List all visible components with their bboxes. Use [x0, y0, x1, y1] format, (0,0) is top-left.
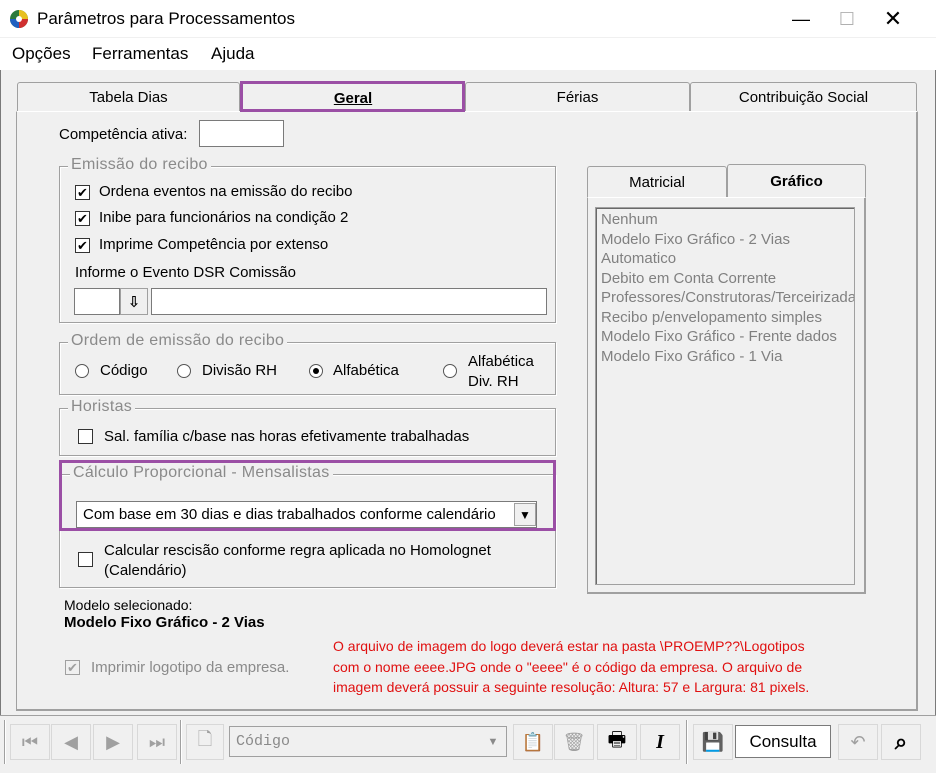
tab-highlight-box	[240, 81, 465, 112]
imprime-competencia-checkbox[interactable]: ✔	[75, 238, 90, 253]
logo-note-line3: imagem deverá possuir a seguinte resoluç…	[333, 679, 810, 695]
competencia-label: Competência ativa:	[59, 126, 188, 143]
radio-alfabetica-div-rh[interactable]	[443, 364, 457, 378]
list-item[interactable]: Modelo Fixo Gráfico - 1 Via	[601, 348, 782, 365]
dsr-code-input[interactable]	[74, 288, 120, 315]
radio-alfabetica-div-rh-label-line2: Div. RH	[468, 373, 519, 390]
imprimir-logotipo-label: Imprimir logotipo da empresa.	[91, 659, 290, 676]
radio-alfabetica[interactable]	[309, 364, 323, 378]
menu-ferramentas[interactable]: Ferramentas	[92, 44, 188, 64]
next-record-icon[interactable]: ▶	[93, 724, 133, 760]
undo-icon[interactable]: ↶	[838, 724, 878, 760]
dsr-lookup-button[interactable]: ⇩	[120, 288, 148, 315]
horistas-title: Horistas	[68, 398, 136, 416]
first-record-icon[interactable]: ⏮	[10, 724, 50, 760]
mode-indicator: Consulta	[735, 725, 831, 758]
radio-divisao-rh-label: Divisão RH	[202, 362, 278, 379]
print-icon[interactable]: 🖶	[597, 724, 637, 760]
save-icon[interactable]: 💾	[693, 724, 733, 760]
maximize-button[interactable]: ☐	[824, 0, 870, 38]
tab-grafico[interactable]: Gráfico	[727, 164, 866, 198]
menu-ajuda[interactable]: Ajuda	[211, 44, 254, 64]
list-item[interactable]: Professores/Construtoras/Terceirizadas	[601, 289, 854, 306]
ordena-eventos-checkbox[interactable]: ✔	[75, 185, 90, 200]
menu-bar: Opções Ferramentas Ajuda	[0, 38, 936, 70]
dsr-description-input[interactable]	[151, 288, 547, 315]
sal-familia-label: Sal. família c/base nas horas efetivamen…	[104, 428, 470, 445]
menu-opcoes[interactable]: Opções	[12, 44, 71, 64]
radio-selected-dot	[313, 368, 319, 374]
binoculars-icon[interactable]: ⌕	[881, 724, 921, 760]
radio-divisao-rh[interactable]	[177, 364, 191, 378]
tab-matricial[interactable]: Matricial	[587, 166, 727, 198]
competencia-input[interactable]	[199, 120, 284, 147]
modelo-selecionado-value: Modelo Fixo Gráfico - 2 Vias	[64, 614, 265, 631]
list-item[interactable]: Modelo Fixo Gráfico - Frente dados	[601, 328, 837, 345]
list-item[interactable]: Recibo p/envelopamento simples	[601, 309, 822, 326]
logo-note-line2: com o nome eeee.JPG onde o "eeee" é o có…	[333, 658, 803, 675]
minimize-button[interactable]: —	[778, 0, 824, 38]
calcular-rescisao-label-line1: Calcular rescisão conforme regra aplicad…	[104, 542, 491, 559]
close-button[interactable]: ✕	[870, 0, 916, 38]
toolbar-separator	[4, 720, 6, 764]
tab-ferias[interactable]: Férias	[465, 82, 690, 112]
calcular-rescisao-label-line2: (Calendário)	[104, 562, 187, 579]
toolbar-separator	[180, 720, 182, 764]
calculo-highlight-box	[59, 460, 556, 531]
model-listbox[interactable]: Nenhum Modelo Fixo Gráfico - 2 Vias Auto…	[595, 207, 855, 585]
logo-note-line1: O arquivo de imagem do logo deverá estar…	[333, 638, 805, 654]
list-item[interactable]: Nenhum	[601, 211, 658, 228]
list-item[interactable]: Automatico	[601, 250, 676, 267]
last-record-icon[interactable]: ⏭	[137, 724, 177, 760]
app-icon	[10, 10, 28, 28]
inibe-funcionarios-label: Inibe para funcionários na condição 2	[99, 209, 349, 226]
radio-codigo[interactable]	[75, 364, 89, 378]
toolbar-separator	[686, 720, 688, 764]
tab-tabela-dias[interactable]: Tabela Dias	[17, 82, 240, 112]
radio-alfabetica-label: Alfabética	[333, 362, 399, 379]
trash-icon[interactable]: 🗑	[554, 724, 594, 760]
modelo-selecionado-label: Modelo selecionado:	[64, 597, 193, 613]
search-field-select[interactable]: Código ▼	[229, 726, 507, 757]
chevron-down-icon[interactable]: ▼	[482, 730, 504, 753]
calcular-rescisao-checkbox[interactable]	[78, 552, 93, 567]
inibe-funcionarios-checkbox[interactable]: ✔	[75, 211, 90, 226]
search-field-value: Código	[236, 733, 291, 750]
dsr-comissao-label: Informe o Evento DSR Comissão	[75, 264, 296, 281]
list-item[interactable]: Debito em Conta Corrente	[601, 270, 776, 287]
list-item[interactable]: Modelo Fixo Gráfico - 2 Vias	[601, 231, 790, 248]
radio-codigo-label: Código	[100, 362, 148, 379]
sal-familia-checkbox[interactable]	[78, 429, 93, 444]
new-record-icon[interactable]: 🗋	[186, 724, 224, 760]
ordena-eventos-label: Ordena eventos na emissão do recibo	[99, 183, 353, 200]
imprime-competencia-label: Imprime Competência por extenso	[99, 236, 329, 253]
imprimir-logotipo-checkbox[interactable]: ✔	[65, 660, 80, 675]
emissao-recibo-title: Emissão do recibo	[68, 156, 211, 174]
tab-contribuicao-social[interactable]: Contribuição Social	[690, 82, 917, 112]
title-bar: Parâmetros para Processamentos — ☐ ✕	[0, 0, 936, 38]
italic-icon[interactable]: I	[640, 724, 680, 760]
radio-alfabetica-div-rh-label-line1: Alfabética	[468, 353, 534, 370]
document-icon[interactable]: 📋	[513, 724, 553, 760]
previous-record-icon[interactable]: ◀	[51, 724, 91, 760]
window-title: Parâmetros para Processamentos	[37, 9, 295, 28]
ordem-emissao-title: Ordem de emissão do recibo	[68, 332, 288, 350]
